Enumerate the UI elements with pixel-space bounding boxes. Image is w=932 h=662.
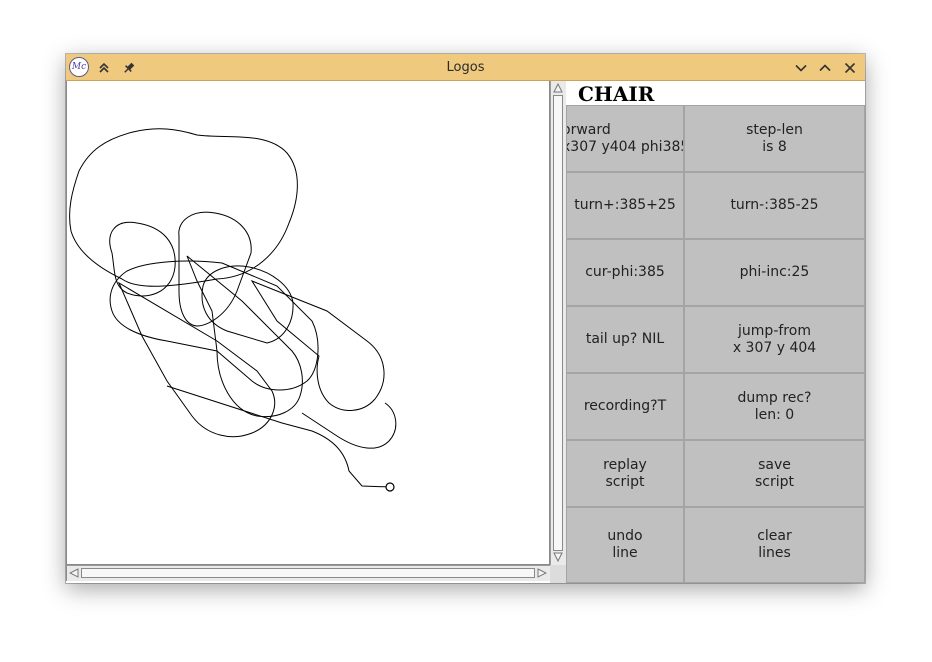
drawing-path xyxy=(201,265,294,344)
step-len-button[interactable]: step-len is 8 xyxy=(684,105,865,172)
turtle-marker xyxy=(385,482,395,492)
window-title: Logos xyxy=(446,60,485,75)
recording-button[interactable]: recording?T xyxy=(566,373,684,440)
control-panel: CHAIR orward x307 y404 phi385 step-len i… xyxy=(566,81,865,583)
scroll-corner xyxy=(550,565,566,583)
horizontal-scrollbar[interactable] xyxy=(66,565,550,581)
drawing-path xyxy=(69,128,298,287)
replay-script-button[interactable]: replay script xyxy=(566,440,684,507)
cur-phi-button[interactable]: cur-phi:385 xyxy=(566,239,684,306)
save-script-button[interactable]: save script xyxy=(684,440,865,507)
clear-lines-button[interactable]: clear lines xyxy=(684,507,865,583)
scroll-right-arrow-icon[interactable] xyxy=(537,568,547,578)
save-script-button-label: save script xyxy=(754,456,794,490)
dump-rec-button-label: dump rec? len: 0 xyxy=(737,389,812,423)
step-len-button-label: step-len is 8 xyxy=(746,121,803,155)
turn-minus-button-label: turn-:385-25 xyxy=(730,197,819,213)
turn-minus-button[interactable]: turn-:385-25 xyxy=(684,172,865,239)
drawing-path xyxy=(178,211,252,327)
title-bar[interactable]: Mc Logos xyxy=(66,54,865,81)
jump-from-button[interactable]: jump-from x 307 y 404 xyxy=(684,306,865,373)
scroll-left-arrow-icon[interactable] xyxy=(69,568,79,578)
vertical-scrollbar[interactable] xyxy=(550,81,566,565)
chevron-down-icon[interactable] xyxy=(790,54,812,81)
jump-from-button-label: jump-from x 307 y 404 xyxy=(732,322,817,356)
phi-inc-button[interactable]: phi-inc:25 xyxy=(684,239,865,306)
horizontal-scroll-thumb[interactable] xyxy=(81,568,535,578)
turtle-canvas[interactable] xyxy=(66,81,550,565)
turtle-drawing xyxy=(69,128,397,492)
forward-button-label: orward x307 y404 phi385 xyxy=(566,121,683,155)
dump-rec-button[interactable]: dump rec? len: 0 xyxy=(684,373,865,440)
recording-button-label: recording?T xyxy=(583,398,667,414)
drawing-path xyxy=(166,385,391,488)
turn-plus-button-label: turn+:385+25 xyxy=(574,197,676,213)
replay-script-button-label: replay script xyxy=(603,456,647,490)
undo-line-button-label: undo line xyxy=(607,528,643,561)
cur-phi-button-label: cur-phi:385 xyxy=(585,264,665,280)
logos-window: Mc Logos CHAIR orward 307 y404 phi38 ste… xyxy=(66,54,865,583)
vertical-scroll-thumb[interactable] xyxy=(553,95,563,551)
drawing-path xyxy=(301,402,397,449)
forward-button[interactable]: orward x307 y404 phi385 xyxy=(566,105,684,172)
tail-up-button-label: tail up? NIL xyxy=(585,331,665,347)
close-icon[interactable] xyxy=(839,54,861,81)
panel-title: CHAIR xyxy=(566,81,865,106)
phi-inc-button-label: phi-inc:25 xyxy=(739,264,810,280)
undo-line-button[interactable]: undo line xyxy=(566,507,684,583)
scroll-up-arrow-icon[interactable] xyxy=(553,83,563,93)
scroll-down-arrow-icon[interactable] xyxy=(553,552,563,562)
chevron-up-icon[interactable] xyxy=(814,54,836,81)
clear-lines-button-label: clear lines xyxy=(757,528,792,561)
turn-plus-button[interactable]: turn+:385+25 xyxy=(566,172,684,239)
tail-up-button[interactable]: tail up? NIL xyxy=(566,306,684,373)
